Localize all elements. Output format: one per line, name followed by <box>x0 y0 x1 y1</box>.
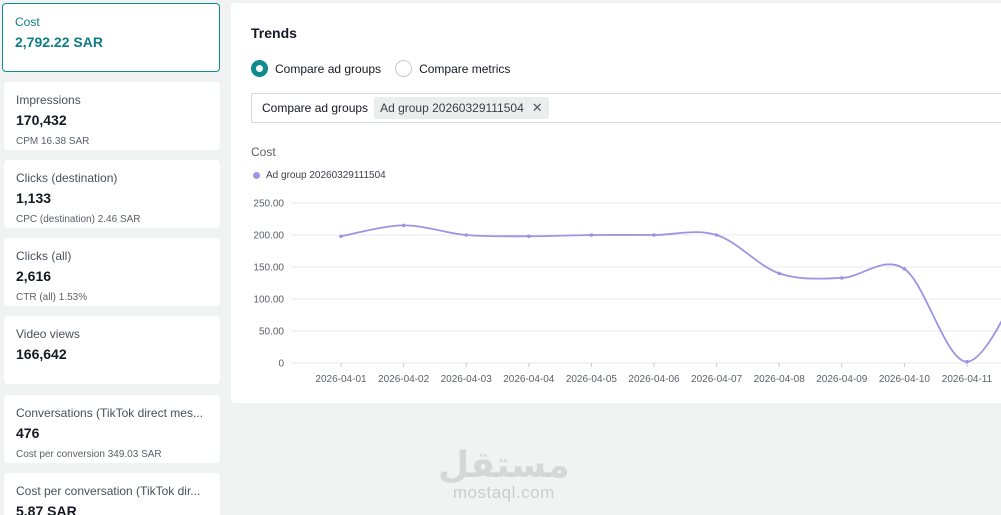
y-tick-label: 200.00 <box>253 231 284 242</box>
metric-label: Cost per conversation (TikTok dir... <box>16 484 201 498</box>
x-tick-label: 2026-04-03 <box>441 374 493 385</box>
y-tick-label: 50.00 <box>259 327 284 338</box>
cost-line-chart: 250.00 200.00 150.00 100.00 50.00 0 2026-04-01… <box>253 199 1001 385</box>
x-tick-label: 2026-04-02 <box>378 374 430 385</box>
watermark-latin: mostaql.com <box>452 483 555 502</box>
metric-subtext: CTR (all) 1.53% <box>16 292 88 303</box>
x-tick-label: 2026-04-07 <box>691 374 743 385</box>
metric-label: Impressions <box>16 93 81 107</box>
metric-subtext: Cost per conversion 349.03 SAR <box>16 449 162 460</box>
trends-panel: Trends Compare ad groups Compare metrics… <box>231 3 1001 403</box>
data-point <box>714 233 719 237</box>
metrics-sidebar: Cost 2,792.22 SAR Impressions 170,432 CP… <box>0 0 224 515</box>
metric-card-clicks-destination[interactable]: Clicks (destination) 1,133 CPC (destinat… <box>4 160 220 228</box>
x-tick-label: 2026-04-01 <box>315 374 367 385</box>
data-point <box>965 359 969 364</box>
metric-card-clicks-all[interactable]: Clicks (all) 2,616 CTR (all) 1.53% <box>4 238 220 306</box>
data-point <box>464 233 468 237</box>
data-point <box>902 267 907 271</box>
y-tick-label: 0 <box>278 359 284 370</box>
x-tick-label: 2026-04-06 <box>628 374 680 385</box>
metric-label: Clicks (all) <box>16 249 72 263</box>
metric-value: 2,616 <box>16 268 52 284</box>
series-line <box>340 224 1001 363</box>
data-point <box>840 276 844 280</box>
x-tick-label: 2026-04-09 <box>816 374 868 385</box>
metric-value: 166,642 <box>16 346 67 362</box>
data-point <box>339 234 343 239</box>
metric-label: Clicks (destination) <box>16 171 118 185</box>
metric-value: 1,133 <box>16 190 52 206</box>
metric-label: Video views <box>16 327 80 341</box>
metric-subtext: CPC (destination) 2.46 SAR <box>16 214 141 225</box>
metric-label: Conversations (TikTok direct mes... <box>16 406 203 420</box>
metric-value: 170,432 <box>16 112 67 128</box>
metric-card-cost[interactable]: Cost 2,792.22 SAR <box>2 3 220 72</box>
metric-card-conversations[interactable]: Conversations (TikTok direct mes... 476 … <box>4 395 220 463</box>
y-tick-label: 250.00 <box>253 199 284 210</box>
metric-label: Cost <box>15 15 40 29</box>
metric-subtext: CPM 16.38 SAR <box>16 136 90 147</box>
data-point <box>589 233 594 237</box>
metric-card-video-views[interactable]: Video views 166,642 <box>4 316 220 384</box>
data-point <box>527 234 531 239</box>
watermark: مستقل mostaql.com <box>438 448 570 502</box>
metric-value: 2,792.22 SAR <box>15 34 103 50</box>
data-point <box>652 233 656 237</box>
x-tick-label: 2026-04-11 <box>942 374 993 385</box>
metric-card-cost-per-conversation[interactable]: Cost per conversation (TikTok dir... 5.8… <box>4 473 220 515</box>
metric-value: 476 <box>16 425 40 441</box>
y-tick-label: 100.00 <box>253 295 284 306</box>
y-tick-label: 150.00 <box>253 263 284 274</box>
x-tick-label: 2026-04-08 <box>754 374 806 385</box>
metric-card-impressions[interactable]: Impressions 170,432 CPM 16.38 SAR <box>4 82 220 150</box>
metric-value: 5.87 SAR <box>16 503 77 515</box>
data-point <box>777 271 781 276</box>
data-point <box>401 223 406 228</box>
x-tick-label: 2026-04-05 <box>566 374 618 385</box>
watermark-arabic: مستقل <box>438 445 570 486</box>
x-tick-label: 2026-04-10 <box>879 374 931 385</box>
x-tick-label: 2026-04-04 <box>503 374 555 385</box>
